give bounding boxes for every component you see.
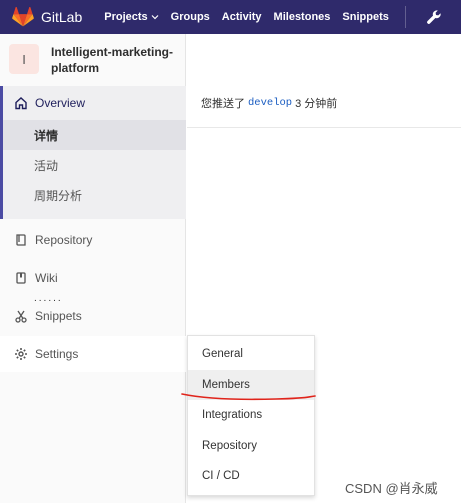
project-sidebar: I Intelligent-marketing-platform Overvie…: [0, 34, 186, 503]
nav-links: Projects Groups Activity Milestones Snip…: [104, 11, 401, 23]
nav-milestones[interactable]: Milestones: [274, 11, 331, 23]
book-icon: [14, 233, 28, 247]
push-activity-notice: 您推送了 develop 3 分钟前: [187, 78, 461, 128]
sidebar-item-repository[interactable]: Repository: [0, 223, 186, 257]
sidebar-item-label: Settings: [35, 347, 79, 361]
settings-flyout-menu: General Members Integrations Repository …: [187, 335, 315, 496]
menu-item-integrations[interactable]: Integrations: [188, 400, 314, 431]
nav-divider: [405, 6, 406, 28]
nav-activity[interactable]: Activity: [222, 11, 262, 23]
gitlab-home-link[interactable]: GitLab: [12, 7, 82, 27]
brand-name: GitLab: [41, 9, 83, 25]
gitlab-logo-icon: [12, 7, 34, 27]
wrench-icon[interactable]: [426, 9, 442, 25]
watermark: CSDN @肖永威: [345, 481, 438, 496]
sidebar-subitem-cycle-analytics[interactable]: 周期分析: [3, 180, 186, 210]
sidebar-item-label: Overview: [35, 96, 86, 110]
branch-link[interactable]: develop: [248, 97, 292, 109]
activity-prefix: 您推送了: [201, 97, 245, 110]
gear-icon: [14, 347, 28, 361]
chevron-down-icon: [151, 15, 159, 20]
sidebar-item-label: Wiki: [35, 271, 58, 285]
sidebar-item-settings[interactable]: Settings: [0, 336, 186, 372]
home-icon: [14, 96, 28, 110]
nav-snippets[interactable]: Snippets: [342, 11, 388, 23]
nav-projects[interactable]: Projects: [104, 11, 159, 23]
sidebar-item-label: Snippets: [35, 309, 82, 323]
activity-time: 3 分钟前: [295, 97, 338, 110]
sidebar-item-snippets[interactable]: Snippets: [0, 299, 186, 333]
sidebar-item-wiki[interactable]: Wiki: [0, 261, 186, 295]
red-underline-annotation: [181, 393, 316, 401]
nav-projects-label: Projects: [104, 11, 148, 23]
sidebar-subitem-activity[interactable]: 活动: [3, 150, 186, 180]
wiki-book-icon: [14, 271, 28, 285]
scissors-icon: [14, 309, 28, 323]
menu-item-ci-cd[interactable]: CI / CD: [188, 461, 314, 492]
overview-section: Overview 详情 活动 周期分析: [0, 86, 186, 219]
sidebar-item-overview[interactable]: Overview: [3, 86, 186, 120]
project-avatar: I: [9, 44, 39, 74]
project-header[interactable]: I Intelligent-marketing-platform: [0, 34, 185, 86]
sidebar-subitem-details[interactable]: 详情: [3, 120, 186, 150]
menu-item-repository[interactable]: Repository: [188, 431, 314, 462]
project-name: Intelligent-marketing-platform: [51, 45, 174, 75]
top-navbar: GitLab Projects Groups Activity Mileston…: [0, 0, 461, 34]
nav-groups[interactable]: Groups: [171, 11, 210, 23]
menu-item-general[interactable]: General: [188, 339, 314, 370]
sidebar-item-label: Repository: [35, 233, 93, 247]
